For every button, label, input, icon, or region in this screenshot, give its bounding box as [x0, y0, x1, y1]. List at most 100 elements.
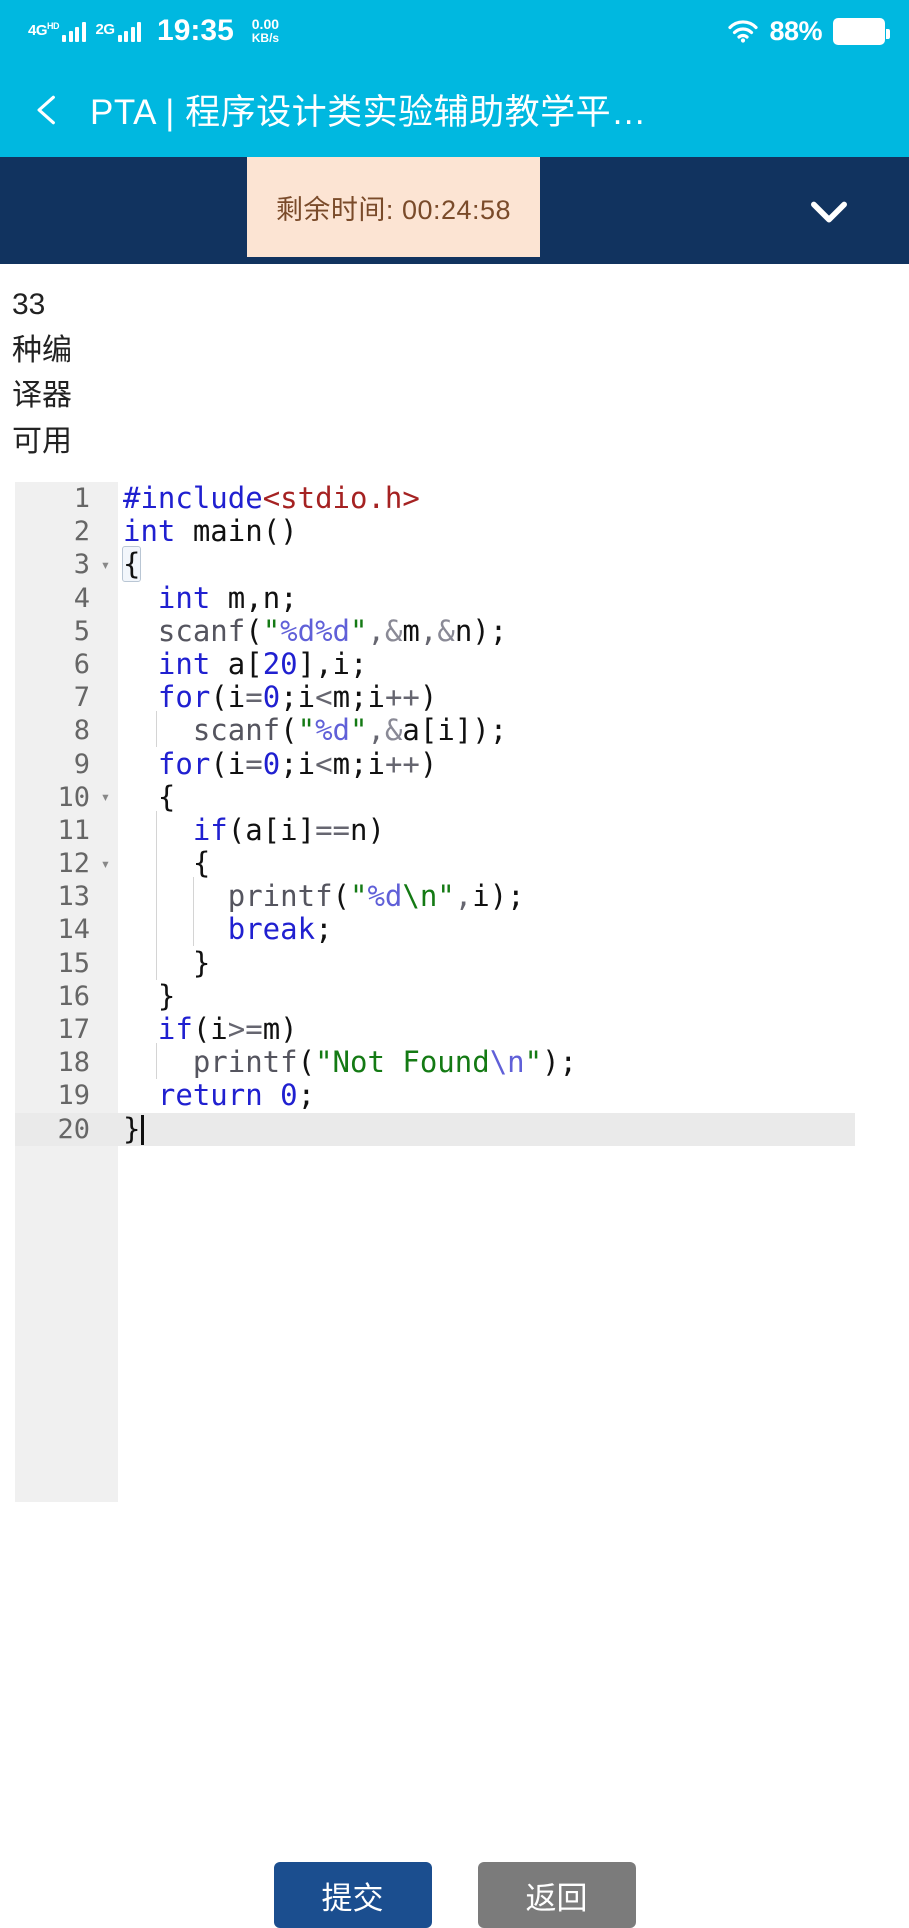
signal-4g-group: 4GHD — [28, 20, 86, 42]
page-title: PTA | 程序设计类实验辅助教学平… — [90, 93, 647, 132]
battery-percent-label: 88% — [769, 15, 822, 46]
code-line[interactable]: 19 return 0; — [15, 1079, 895, 1112]
line-number: 18 — [57, 1047, 90, 1079]
wifi-icon — [728, 19, 759, 43]
code-line[interactable]: 14 break; — [15, 910, 895, 947]
chevron-down-icon — [803, 185, 855, 237]
code-line[interactable]: 7 for(i=0;i<m;i++) — [15, 680, 895, 715]
signal-bars-primary-icon — [62, 20, 86, 42]
return-button[interactable]: 返回 — [477, 1862, 636, 1928]
status-bar-left: 4GHD 2G 19:35 0.00 KB/s — [28, 16, 279, 46]
code-editor[interactable]: 1 #include<stdio.h> 2 int main() 3 ▾ { 4… — [15, 482, 895, 1502]
line-number: 11 — [57, 814, 90, 846]
code-text: } — [123, 943, 211, 980]
code-text: #include<stdio.h> — [123, 482, 420, 515]
code-line[interactable]: 17 if(i>=m) — [15, 1012, 895, 1046]
line-number: 9 — [73, 748, 90, 780]
signal-2g-group: 2G — [96, 20, 142, 42]
code-text: int main() — [123, 514, 298, 549]
status-bar-clock: 19:35 — [157, 14, 234, 47]
code-text: int m,n; — [157, 580, 298, 615]
text-caret — [141, 1114, 145, 1145]
line-number: 15 — [57, 947, 90, 979]
line-number: 10 — [57, 781, 90, 813]
network-type-primary: 4GHD — [28, 21, 60, 39]
remaining-time-label: 剩余时间: 00:24:58 — [275, 194, 512, 225]
code-text: return 0; — [157, 1078, 316, 1113]
line-number: 16 — [57, 980, 90, 1012]
line-number: 14 — [57, 914, 90, 946]
code-line[interactable]: 5 scanf("%d%d",&m,&n); — [15, 613, 895, 648]
fold-marker[interactable]: ▾ — [93, 789, 118, 805]
network-speed-value: 0.00 — [251, 16, 280, 33]
compiler-availability-text: 33 种编 译器 可用 — [0, 264, 132, 464]
line-number: 13 — [57, 881, 90, 913]
line-number: 6 — [73, 648, 90, 680]
action-button-row: 提交 返回 — [0, 1862, 909, 1928]
collapse-panel-button[interactable] — [789, 157, 869, 264]
code-line[interactable]: 11 if(a[i]==n) — [15, 810, 895, 847]
line-number: 5 — [73, 615, 90, 647]
line-number: 12 — [57, 848, 90, 880]
code-text: break; — [118, 910, 333, 947]
code-line-active[interactable]: 20 } — [15, 1112, 855, 1146]
remaining-time-box: 剩余时间: 00:24:58 — [247, 157, 540, 257]
code-text: scanf("%d%d",&m,&n); — [157, 613, 508, 648]
code-text: printf("%d\n",i); — [118, 877, 525, 914]
desc-line: 译器 — [12, 379, 72, 413]
desc-line: 33 — [12, 288, 46, 321]
code-text: for(i=0;i<m;i++) — [157, 746, 438, 781]
line-number: 17 — [57, 1014, 90, 1045]
desc-line: 可用 — [12, 424, 72, 458]
network-hd-superscript: HD — [47, 21, 60, 31]
code-text: if(a[i]==n) — [118, 810, 385, 847]
line-number: 2 — [73, 516, 90, 548]
line-number: 19 — [57, 1080, 90, 1112]
network-speed: 0.00 KB/s — [252, 17, 279, 44]
code-text: scanf("%d",&a[i]); — [118, 711, 507, 748]
network-type-secondary: 2G — [95, 21, 116, 38]
code-line[interactable]: 1 #include<stdio.h> — [15, 482, 895, 515]
code-text: { — [121, 546, 142, 583]
timer-bar: 剩余时间: 00:24:58 — [0, 157, 909, 264]
submit-button[interactable]: 提交 — [273, 1862, 432, 1928]
code-text: printf("Not Found\n"); — [118, 1043, 577, 1080]
battery-icon — [833, 17, 890, 45]
editor-lines: 1 #include<stdio.h> 2 int main() 3 ▾ { 4… — [15, 482, 895, 1146]
app-header: PTA | 程序设计类实验辅助教学平… — [0, 62, 909, 157]
signal-bars-secondary-icon — [117, 20, 142, 42]
line-number: 4 — [73, 582, 90, 614]
code-line[interactable]: 10 ▾ { — [15, 779, 895, 814]
line-number: 20 — [57, 1113, 90, 1145]
code-line[interactable]: 2 int main() — [15, 514, 895, 549]
code-line[interactable]: 13 printf("%d\n",i); — [15, 877, 895, 914]
code-text: } — [118, 1112, 145, 1146]
chevron-left-icon — [28, 91, 66, 129]
status-bar-right: 88% — [728, 15, 890, 47]
code-line[interactable]: 15 } — [15, 943, 895, 980]
code-line[interactable]: 6 int a[20],i; — [15, 646, 895, 681]
fold-marker[interactable]: ▾ — [93, 556, 118, 573]
code-line[interactable]: 4 int m,n; — [15, 580, 895, 615]
code-text: { — [123, 779, 176, 814]
code-line[interactable]: 18 printf("Not Found\n"); — [15, 1043, 895, 1080]
code-text: int a[20],i; — [157, 646, 368, 681]
code-line[interactable]: 9 for(i=0;i<m;i++) — [15, 746, 895, 781]
code-line[interactable]: 3 ▾ { — [15, 546, 895, 583]
code-line[interactable]: 12 ▾ { — [15, 844, 895, 881]
code-line[interactable]: 16 } — [15, 978, 895, 1013]
line-number: 3 — [73, 549, 90, 581]
code-text: { — [123, 844, 211, 881]
fold-marker[interactable]: ▾ — [93, 855, 118, 872]
line-number: 1 — [73, 483, 90, 514]
line-number: 7 — [73, 682, 90, 714]
back-button[interactable] — [26, 89, 68, 131]
status-bar: 4GHD 2G 19:35 0.00 KB/s 88% — [0, 0, 909, 62]
code-text: for(i=0;i<m;i++) — [157, 680, 438, 715]
code-text: } — [123, 978, 176, 1013]
line-number: 8 — [73, 715, 90, 747]
code-line[interactable]: 8 scanf("%d",&a[i]); — [15, 711, 895, 748]
desc-line: 种编 — [12, 333, 72, 367]
code-text: if(i>=m) — [157, 1012, 298, 1046]
network-speed-unit: KB/s — [251, 31, 280, 46]
